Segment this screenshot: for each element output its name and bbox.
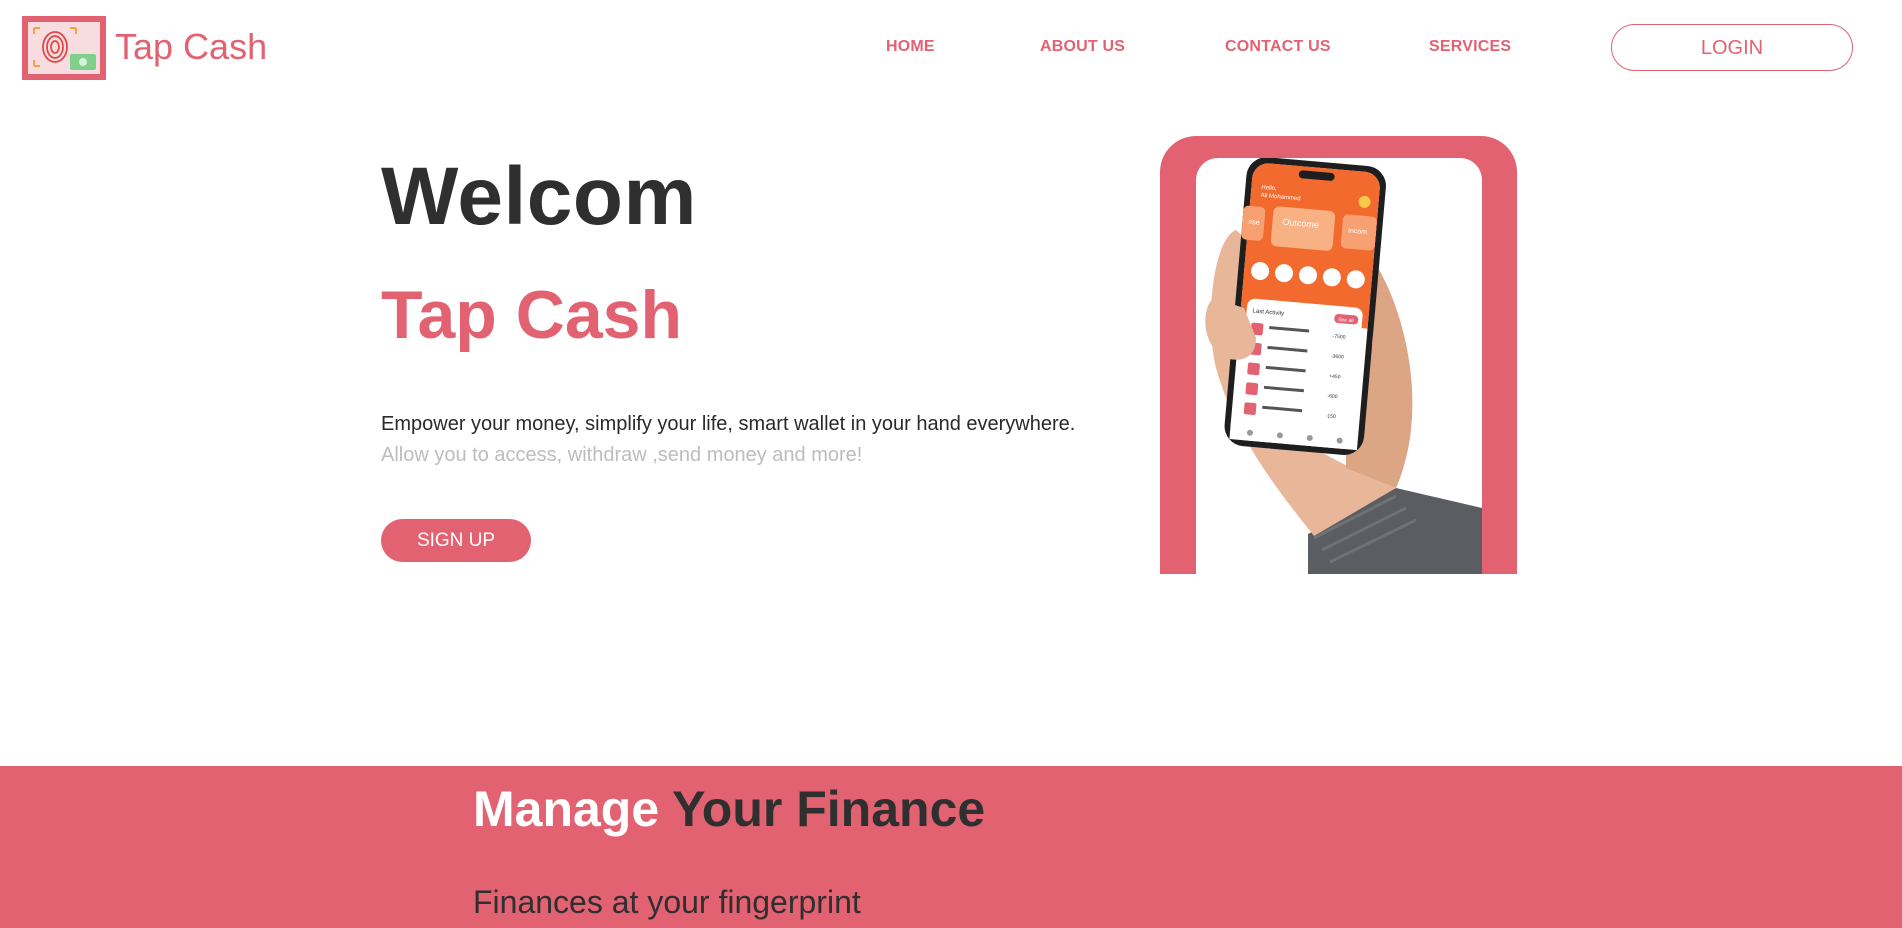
fingerprint-cash-icon: [28, 22, 100, 74]
phone-activity-amount: -600: [1327, 393, 1338, 400]
manage-finance-section: Manage Your Finance Finances at your fin…: [0, 766, 1902, 928]
nav-services[interactable]: SERVICES: [1429, 38, 1511, 56]
nav-about-us[interactable]: ABOUT US: [1040, 38, 1125, 56]
section-subtitle: Finances at your fingerprint: [473, 884, 861, 920]
phone-card-left: nse: [1248, 219, 1260, 227]
hand-holding-phone-image: Hello, Ali Mohammed nse Outcome Incom La…: [1205, 158, 1482, 574]
section-title-word1: Manage: [473, 781, 660, 837]
nav-contact-us[interactable]: CONTACT US: [1225, 38, 1331, 56]
hero-subtext: Allow you to access, withdraw ,send mone…: [381, 444, 863, 466]
nav-home[interactable]: HOME: [886, 38, 935, 56]
phone-activity-amount: -7500: [1332, 334, 1345, 341]
hero-title: Welcom: [381, 151, 697, 242]
header: Tap Cash HOME ABOUT US CONTACT US SERVIC…: [0, 0, 1902, 96]
brand-name[interactable]: Tap Cash: [115, 26, 267, 68]
section-title: Manage Your Finance: [473, 780, 985, 838]
hero-description: Empower your money, simplify your life, …: [381, 413, 1076, 435]
login-button[interactable]: LOGIN: [1611, 24, 1853, 71]
phone-activity-amount: -3600: [1331, 354, 1344, 361]
phone-activity-amount: +450: [1329, 373, 1341, 380]
section-title-word2: Your Finance: [672, 781, 986, 837]
phone-illustration: Hello, Ali Mohammed nse Outcome Incom La…: [1196, 158, 1482, 574]
hero-brand: Tap Cash: [381, 277, 683, 353]
logo[interactable]: [22, 16, 106, 80]
phone-illustration-frame: Hello, Ali Mohammed nse Outcome Incom La…: [1160, 136, 1517, 574]
signup-button[interactable]: SIGN UP: [381, 519, 531, 562]
phone-activity-amount: -150: [1325, 413, 1336, 420]
